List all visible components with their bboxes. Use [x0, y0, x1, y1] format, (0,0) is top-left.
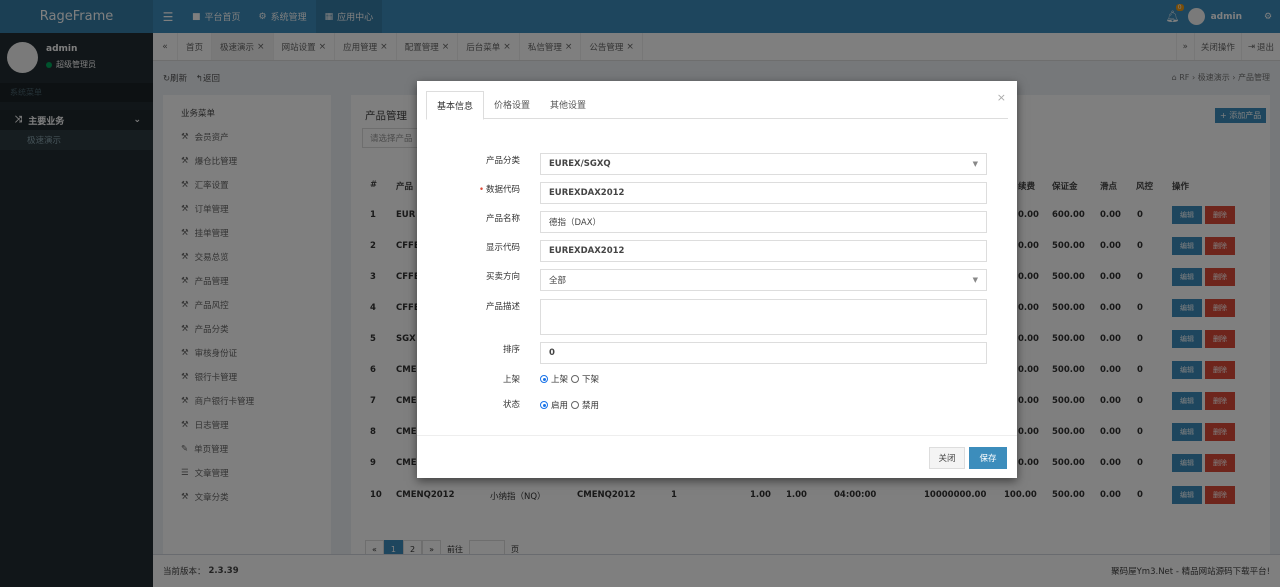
- close-icon[interactable]: ×: [997, 91, 1006, 104]
- sort-input[interactable]: 0: [540, 342, 987, 364]
- edit-product-modal: 基本信息 价格设置 其他设置 × 产品分类 EUREX/SGXQ ▼ • 数据代码 …: [417, 81, 1017, 478]
- direction-label: 买卖方向: [485, 272, 520, 282]
- close-button[interactable]: 关闭: [929, 447, 965, 469]
- status-radio-group: 启用 禁用: [540, 399, 599, 411]
- product-name-input[interactable]: 德指（DAX）: [540, 211, 987, 233]
- radio-label[interactable]: 上架: [551, 373, 568, 385]
- status-off-radio[interactable]: [571, 401, 580, 409]
- description-textarea[interactable]: [540, 299, 987, 335]
- category-value: EUREX/SGXQ: [549, 159, 611, 169]
- category-label: 产品分类: [485, 156, 520, 166]
- listed-off-radio[interactable]: [571, 375, 580, 383]
- description-label: 产品描述: [485, 302, 520, 312]
- radio-label[interactable]: 启用: [551, 399, 568, 411]
- listed-radio-group: 上架 下架: [540, 373, 599, 385]
- tab-basic-info[interactable]: 基本信息: [426, 91, 485, 120]
- modal-tabs: 基本信息 价格设置 其他设置: [426, 91, 1008, 120]
- tab-other-settings[interactable]: 其他设置: [540, 91, 596, 118]
- status-label: 状态: [502, 400, 520, 410]
- display-code-input[interactable]: EUREXDAX2012: [540, 240, 987, 262]
- listed-on-radio[interactable]: [540, 375, 548, 383]
- data-code-label-text: 数据代码: [485, 185, 520, 195]
- sort-label: 排序: [502, 345, 520, 355]
- radio-label[interactable]: 禁用: [582, 399, 599, 411]
- data-code-label: • 数据代码: [417, 183, 520, 195]
- direction-value: 全部: [549, 276, 567, 286]
- tab-price-settings[interactable]: 价格设置: [484, 91, 540, 118]
- status-on-radio[interactable]: [540, 401, 548, 409]
- save-button[interactable]: 保存: [969, 447, 1007, 469]
- data-code-input[interactable]: EUREXDAX2012: [540, 182, 987, 204]
- radio-label[interactable]: 下架: [582, 373, 599, 385]
- caret-down-icon: ▼: [972, 160, 978, 168]
- product-name-label: 产品名称: [485, 214, 520, 224]
- category-select[interactable]: EUREX/SGXQ ▼: [540, 153, 987, 175]
- modal-footer: 关闭 保存: [417, 435, 1017, 478]
- display-code-label: 显示代码: [485, 243, 520, 253]
- listed-label: 上架: [502, 375, 520, 385]
- required-marker: •: [478, 185, 484, 195]
- caret-down-icon: ▼: [972, 276, 978, 284]
- direction-select[interactable]: 全部 ▼: [540, 269, 987, 291]
